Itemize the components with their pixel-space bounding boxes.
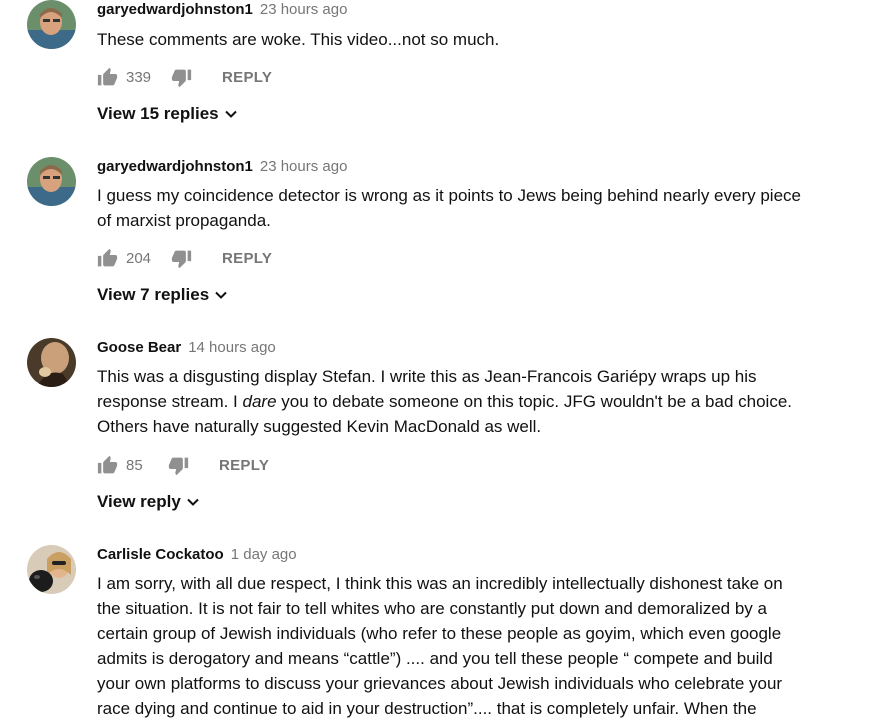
thumbs-down-icon[interactable]	[168, 455, 189, 476]
comment-text: These comments are woke. This video...no…	[97, 27, 847, 52]
view-replies-label: View reply	[97, 492, 181, 511]
comment-text: I am sorry, with all due respect, I thin…	[97, 571, 847, 721]
comment-time[interactable]: 14 hours ago	[188, 339, 276, 356]
comment-author[interactable]: Carlisle Cockatoo	[97, 546, 224, 563]
view-replies-label: View 15 replies	[97, 104, 219, 123]
avatar[interactable]	[27, 545, 76, 594]
comment-line: certain group of Jewish individuals (who…	[97, 624, 782, 643]
comment-author[interactable]: Goose Bear	[97, 339, 181, 356]
comment-line: admits is derogatory and means “cattle”)…	[97, 649, 773, 668]
reply-button[interactable]: REPLY	[222, 250, 272, 267]
comment-line: Others have naturally suggested Kevin Ma…	[97, 417, 542, 436]
comment-author[interactable]: garyedwardjohnston1	[97, 158, 253, 175]
comment-line: This was a disgusting display Stefan. I …	[97, 367, 757, 386]
avatar[interactable]	[27, 157, 76, 206]
like-count: 204	[126, 249, 152, 267]
view-replies-button[interactable]: View 7 replies	[97, 285, 228, 305]
view-replies-button[interactable]: View reply	[97, 492, 200, 512]
comment-line-part: response stream. I	[97, 392, 243, 411]
comment-text: This was a disgusting display Stefan. I …	[97, 364, 847, 439]
comment-actions: 204 REPLY	[97, 246, 272, 270]
thumbs-down-icon[interactable]	[171, 248, 192, 269]
comment-header: Goose Bear 14 hours ago	[97, 338, 276, 358]
thumbs-up-icon[interactable]	[97, 455, 118, 476]
chevron-down-icon	[186, 495, 200, 509]
comment-line: your own platforms to discuss your griev…	[97, 674, 783, 693]
comment-header: garyedwardjohnston1 23 hours ago	[97, 0, 347, 20]
comment-line: These comments are woke. This video...no…	[97, 30, 500, 49]
thumbs-up-icon[interactable]	[97, 248, 118, 269]
chevron-down-icon	[214, 288, 228, 302]
comment-line: race dying and continue to aid in your d…	[97, 699, 757, 718]
comment-line: of marxist propaganda.	[97, 211, 271, 230]
comment-actions: 339 REPLY	[97, 65, 272, 89]
comment-line: I am sorry, with all due respect, I thin…	[97, 574, 783, 593]
comment-line: response stream. I dare you to debate so…	[97, 389, 847, 414]
comment-time[interactable]: 23 hours ago	[260, 158, 348, 175]
comment-header: garyedwardjohnston1 23 hours ago	[97, 157, 347, 177]
chevron-down-icon	[224, 107, 238, 121]
comment-header: Carlisle Cockatoo 1 day ago	[97, 545, 297, 565]
comment-time[interactable]: 1 day ago	[231, 546, 297, 563]
like-count: 85	[126, 456, 143, 474]
reply-button[interactable]: REPLY	[219, 457, 269, 474]
like-count: 339	[126, 68, 152, 86]
view-replies-label: View 7 replies	[97, 285, 210, 304]
comment-line-part: you to debate someone on this topic. JFG…	[276, 392, 793, 411]
comment-line: I guess my coincidence detector is wrong…	[97, 186, 801, 205]
view-replies-button[interactable]: View 15 replies	[97, 104, 238, 124]
avatar[interactable]	[27, 0, 76, 49]
comment-author[interactable]: garyedwardjohnston1	[97, 1, 253, 18]
avatar[interactable]	[27, 338, 76, 387]
reply-button[interactable]: REPLY	[222, 69, 272, 86]
thumbs-up-icon[interactable]	[97, 67, 118, 88]
comment-actions: 85 REPLY	[97, 453, 269, 477]
comment-line: the situation. It is not fair to tell wh…	[97, 599, 767, 618]
emphasized-word: dare	[242, 392, 277, 411]
thumbs-down-icon[interactable]	[171, 67, 192, 88]
comment-text: I guess my coincidence detector is wrong…	[97, 183, 847, 233]
comment-time[interactable]: 23 hours ago	[260, 1, 348, 18]
